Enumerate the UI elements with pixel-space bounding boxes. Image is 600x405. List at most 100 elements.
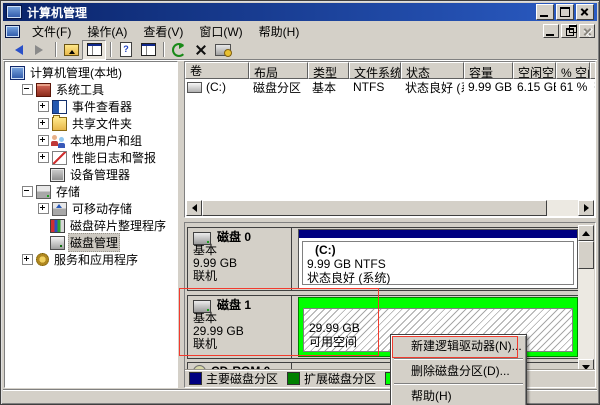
performance-icon [52, 151, 67, 165]
menu-item-file[interactable]: 文件(F) [24, 22, 79, 41]
child-close-button-disabled [579, 24, 595, 38]
maximize-icon [560, 7, 570, 17]
tree-item-device-manager[interactable]: 设备管理器 [5, 166, 177, 183]
scroll-right-button[interactable] [578, 200, 594, 216]
new-window-icon [141, 43, 156, 56]
refresh-icon [172, 43, 186, 57]
volume-list-header: 卷 布局 类型 文件系统 状态 容量 空闲空间 % 空闲 容错 [185, 62, 595, 79]
menu-item-window[interactable]: 窗口(W) [191, 22, 250, 41]
menu-item-help[interactable]: 帮助(H) [392, 387, 525, 405]
tree-item-services-applications[interactable]: 服务和应用程序 [5, 251, 177, 268]
volume-icon [187, 82, 202, 93]
app-icon [6, 5, 22, 19]
forward-button [29, 41, 51, 59]
scrollbar-thumb[interactable] [202, 200, 547, 216]
menu-separator [394, 358, 523, 360]
column-header-status[interactable]: 状态 [401, 62, 464, 79]
restore-icon [566, 28, 574, 36]
window-title: 计算机管理 [27, 4, 536, 21]
legend-primary-partition: 主要磁盘分区 [189, 370, 278, 387]
collapse-icon[interactable] [22, 186, 33, 197]
scrollbar-thumb[interactable] [578, 241, 594, 269]
properties-help-button[interactable]: ? [115, 41, 137, 59]
disk-0-volume-bar[interactable]: (C:) 9.99 GB NTFS 状态良好 (系统) [298, 229, 578, 289]
expand-icon[interactable] [38, 118, 49, 129]
tree-item-local-users-groups[interactable]: 本地用户和组 [5, 132, 177, 149]
toolbar: ? [3, 40, 597, 60]
annotation-rectangle-new-logical-drive [392, 336, 518, 358]
tree-item-disk-management[interactable]: 磁盘管理 [5, 234, 177, 251]
tree-item-performance-logs[interactable]: 性能日志和警报 [5, 149, 177, 166]
disk-management-icon [50, 236, 65, 250]
event-viewer-icon [52, 100, 67, 114]
defragmenter-icon [50, 219, 65, 233]
delete-button[interactable] [190, 41, 212, 59]
tree-item-storage[interactable]: 存储 [5, 183, 177, 200]
arrow-left-icon [188, 204, 197, 212]
tree-item-shared-folders[interactable]: 共享文件夹 [5, 115, 177, 132]
title-bar[interactable]: 计算机管理 [3, 3, 597, 21]
toolbar-separator [55, 42, 56, 57]
forward-icon [35, 45, 48, 55]
column-header-percent-free[interactable]: % 空闲 [556, 62, 590, 79]
child-restore-button[interactable] [561, 24, 577, 38]
volume-row-c[interactable]: (C:) 磁盘分区 基本 NTFS 状态良好 (系统) 9.99 GB 6.15… [185, 79, 595, 95]
expand-icon[interactable] [38, 135, 49, 146]
new-window-button[interactable] [137, 41, 159, 59]
scroll-up-button[interactable] [578, 225, 594, 241]
disk-0-info[interactable]: 磁盘 0 基本 9.99 GB 联机 [188, 228, 292, 290]
help-doc-icon: ? [120, 42, 132, 57]
up-one-level-button[interactable] [60, 41, 82, 59]
tree-item-event-viewer[interactable]: 事件查看器 [5, 98, 177, 115]
services-icon [36, 253, 49, 266]
back-button[interactable] [7, 41, 29, 59]
removable-storage-icon [52, 202, 67, 216]
toolbar-separator [163, 42, 164, 57]
tree-item-computer-management[interactable]: 计算机管理(本地) [5, 64, 177, 81]
column-header-layout[interactable]: 布局 [249, 62, 308, 79]
disk-management-tool-button[interactable] [212, 41, 234, 59]
collapse-icon[interactable] [22, 84, 33, 95]
refresh-button[interactable] [168, 41, 190, 59]
vertical-scrollbar[interactable] [578, 225, 594, 375]
disk-management-icon [215, 44, 231, 56]
annotation-rectangle-disk1 [179, 288, 379, 356]
tree-item-disk-defragmenter[interactable]: 磁盘碎片整理程序 [5, 217, 177, 234]
minimize-button[interactable] [536, 4, 554, 20]
tree-item-removable-storage[interactable]: 可移动存储 [5, 200, 177, 217]
menu-item-action[interactable]: 操作(A) [79, 22, 135, 41]
device-manager-icon [50, 168, 65, 182]
tree-item-system-tools[interactable]: 系统工具 [5, 81, 177, 98]
system-tools-icon [36, 83, 51, 97]
volume-list-pane: 卷 布局 类型 文件系统 状态 容量 空闲空间 % 空闲 容错 (C:) 磁盘分… [184, 61, 596, 218]
expand-icon[interactable] [38, 203, 49, 214]
column-header-filesystem[interactable]: 文件系统 [349, 62, 401, 79]
mdi-child-icon[interactable] [5, 25, 20, 38]
disk-0-row[interactable]: 磁盘 0 基本 9.99 GB 联机 (C:) 9.99 GB NTFS 状态良… [187, 227, 581, 291]
horizontal-scrollbar[interactable] [186, 200, 594, 216]
scroll-left-button[interactable] [186, 200, 202, 216]
menu-item-view[interactable]: 查看(V) [135, 22, 191, 41]
child-minimize-button[interactable] [543, 24, 559, 38]
storage-icon [36, 185, 51, 199]
up-one-level-icon [64, 44, 79, 56]
column-header-free-space[interactable]: 空闲空间 [513, 62, 556, 79]
show-console-tree-button[interactable] [82, 40, 106, 60]
column-header-volume[interactable]: 卷 [185, 62, 249, 79]
toolbar-separator [110, 42, 111, 57]
expand-icon[interactable] [22, 254, 33, 265]
expand-icon[interactable] [38, 152, 49, 163]
disk-icon [193, 232, 211, 245]
menu-separator [394, 383, 523, 385]
back-icon [10, 45, 23, 55]
maximize-button[interactable] [556, 4, 574, 20]
menu-item-delete-partition[interactable]: 删除磁盘分区(D)... [392, 362, 525, 381]
column-header-capacity[interactable]: 容量 [464, 62, 513, 79]
column-header-fault-tolerance[interactable]: 容错 [590, 62, 596, 79]
arrow-up-icon [582, 227, 590, 236]
expand-icon[interactable] [38, 101, 49, 112]
primary-partition-stripe [299, 230, 577, 238]
column-header-type[interactable]: 类型 [308, 62, 349, 79]
close-button[interactable] [576, 4, 594, 20]
menu-item-help[interactable]: 帮助(H) [251, 22, 308, 41]
